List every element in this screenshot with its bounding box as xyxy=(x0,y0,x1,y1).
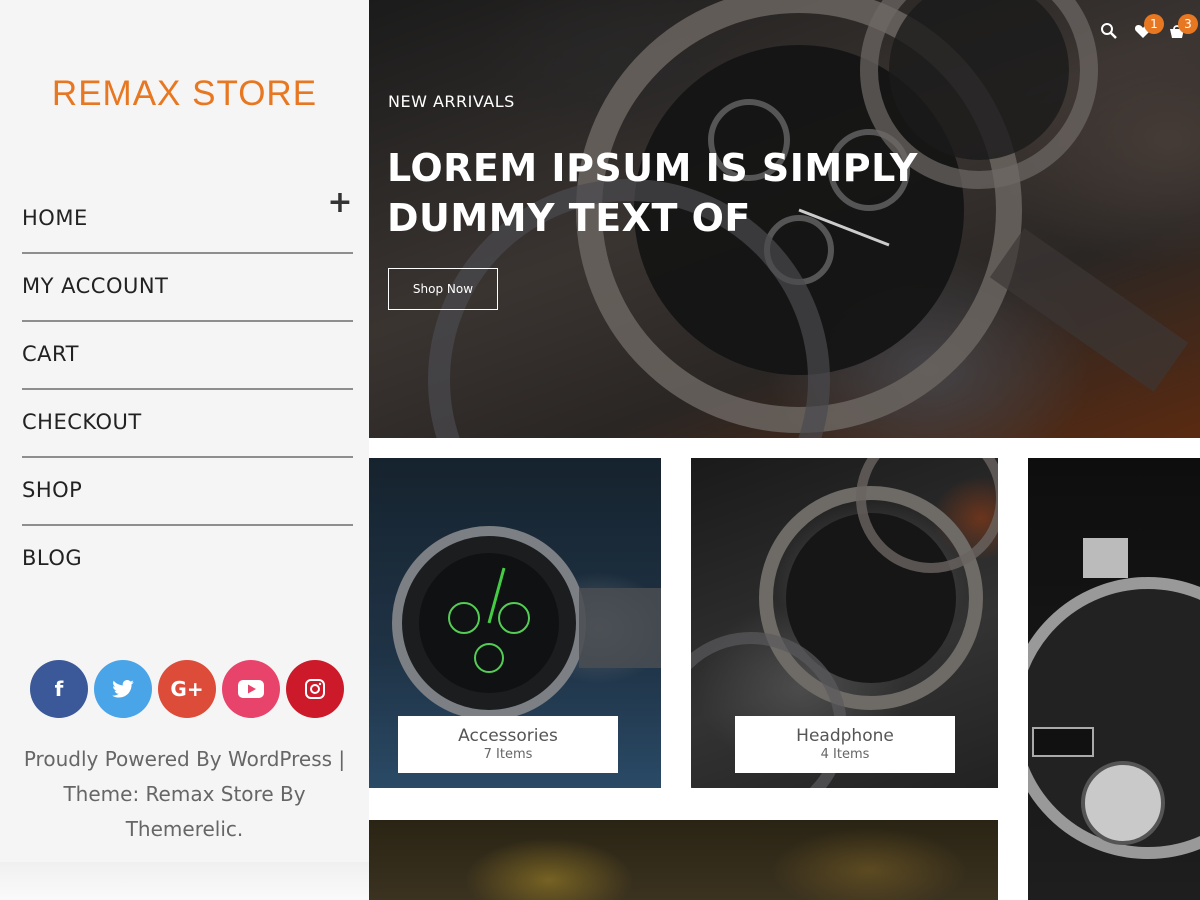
cart-icon[interactable]: 3 xyxy=(1168,14,1198,42)
heart-icon[interactable]: 1 xyxy=(1134,14,1164,42)
footer-line: Theme: Remax Store By xyxy=(63,782,306,806)
site-logo[interactable]: REMAX STORE xyxy=(0,74,369,114)
sidebar-fade xyxy=(0,862,369,900)
social-links: f G+ xyxy=(30,660,344,718)
nav-item-my-account[interactable]: MY ACCOUNT xyxy=(22,254,353,322)
nav-item-label: CHECKOUT xyxy=(22,410,142,434)
category-count: 7 Items xyxy=(483,747,533,762)
footer-credits: Proudly Powered By WordPress | Theme: Re… xyxy=(0,742,369,847)
nav-item-shop[interactable]: SHOP xyxy=(22,458,353,526)
shop-now-button[interactable]: Shop Now xyxy=(388,268,498,310)
hero-banner: 1 3 NEW ARRIVALS LOREM IPSUM IS SIMPLY D… xyxy=(369,0,1200,438)
youtube-play-icon xyxy=(238,680,264,698)
category-label: Accessories 7 Items xyxy=(398,716,618,773)
footer-line[interactable]: Themerelic. xyxy=(0,812,369,847)
hero-kicker: NEW ARRIVALS xyxy=(388,92,515,111)
watch-tile-image xyxy=(1028,538,1200,859)
category-tile-accessories[interactable]: Accessories 7 Items xyxy=(369,458,661,788)
category-tile-headphone[interactable]: Headphone 4 Items xyxy=(691,458,998,788)
plus-icon[interactable]: + xyxy=(327,188,353,218)
google-plus-icon[interactable]: G+ xyxy=(158,660,216,718)
main-nav: HOME + MY ACCOUNT CART CHECKOUT SHOP BLO… xyxy=(22,186,353,594)
nav-item-checkout[interactable]: CHECKOUT xyxy=(22,390,353,458)
facebook-icon[interactable]: f xyxy=(30,660,88,718)
cart-count-badge: 3 xyxy=(1178,14,1198,34)
nav-item-home[interactable]: HOME + xyxy=(22,186,353,254)
nav-item-label: HOME xyxy=(22,206,88,230)
nav-item-label: SHOP xyxy=(22,478,83,502)
wishlist-count-badge: 1 xyxy=(1144,14,1164,34)
category-tile-bottom[interactable] xyxy=(369,820,998,900)
search-glyph xyxy=(1101,23,1117,39)
category-name: Headphone xyxy=(796,726,894,746)
search-icon[interactable] xyxy=(1100,22,1120,42)
header-actions: 1 3 xyxy=(1100,14,1198,42)
twitter-icon[interactable] xyxy=(94,660,152,718)
category-name: Accessories xyxy=(458,726,558,746)
sidebar: REMAX STORE HOME + MY ACCOUNT CART CHECK… xyxy=(0,0,369,900)
nav-item-cart[interactable]: CART xyxy=(22,322,353,390)
twitter-bird-icon xyxy=(112,680,134,698)
nav-item-label: MY ACCOUNT xyxy=(22,274,169,298)
youtube-icon[interactable] xyxy=(222,660,280,718)
nav-item-label: CART xyxy=(22,342,79,366)
instagram-camera-icon xyxy=(305,679,325,699)
category-count: 4 Items xyxy=(820,747,870,762)
instagram-icon[interactable] xyxy=(286,660,344,718)
hero-title: LOREM IPSUM IS SIMPLY DUMMY TEXT OF xyxy=(387,146,918,240)
nav-item-blog[interactable]: BLOG xyxy=(22,526,353,594)
nav-item-label: BLOG xyxy=(22,546,83,570)
footer-line[interactable]: Proudly Powered By WordPress | xyxy=(0,742,369,777)
category-tile-watch[interactable] xyxy=(1028,458,1200,900)
category-label: Headphone 4 Items xyxy=(735,716,955,773)
